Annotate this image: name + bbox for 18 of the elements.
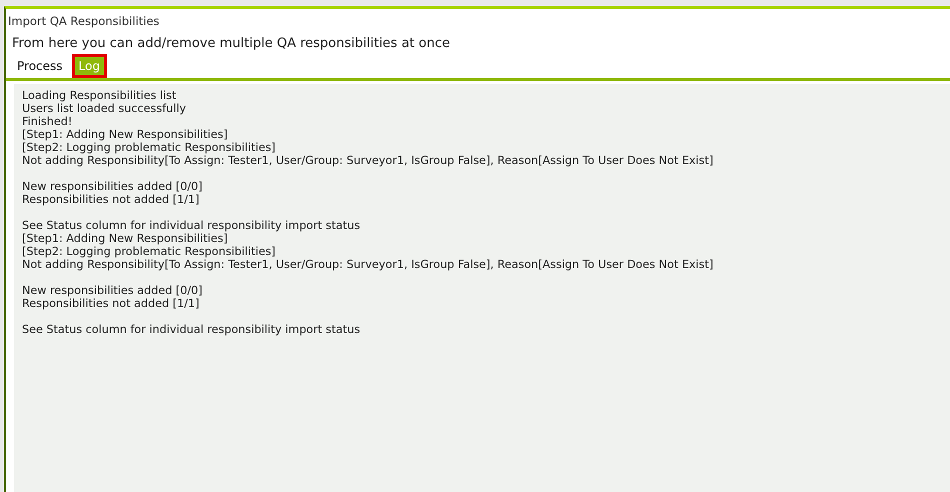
log-line: Finished! [22,115,74,128]
log-line: Responsibilities not added [1/1] [22,297,200,310]
tab[interactable]: Process [10,54,70,78]
log-line: New responsibilities added [0/0] [22,284,204,297]
log-line: See Status column for individual responsibility import status [22,323,362,336]
log-line: [Step2: Logging problematic Responsibilities] [22,245,277,258]
log-line: [Step2: Logging problematic Responsibilities] [22,141,277,154]
log-line: [Step1: Adding New Responsibilities] [22,232,229,245]
log-line: Loading Responsibilities list [22,89,178,102]
log-line: Responsibilities not added [1/1] [22,193,200,206]
log-line: New responsibilities added [0/0] [22,180,204,193]
log-line: [Step1: Adding New Responsibilities] [22,128,229,141]
log-line: Users list loaded successfully [22,102,187,115]
window-title: Import QA Responsibilities [7,13,160,30]
subtitle: From here you can add/remove multiple QA responsibilities at once [11,35,451,53]
log-line: Not adding Responsibility[To Assign: Tester1, User/Group: Surveyor1, IsGroup False], Reason[Assign To User Does Not Exist] [22,258,714,271]
log-line: Not adding Responsibility[To Assign: Tester1, User/Group: Surveyor1, IsGroup False], Reason[Assign To User Does Not Exist] [22,154,714,167]
log-line: See Status column for individual responsibility import status [22,219,362,232]
